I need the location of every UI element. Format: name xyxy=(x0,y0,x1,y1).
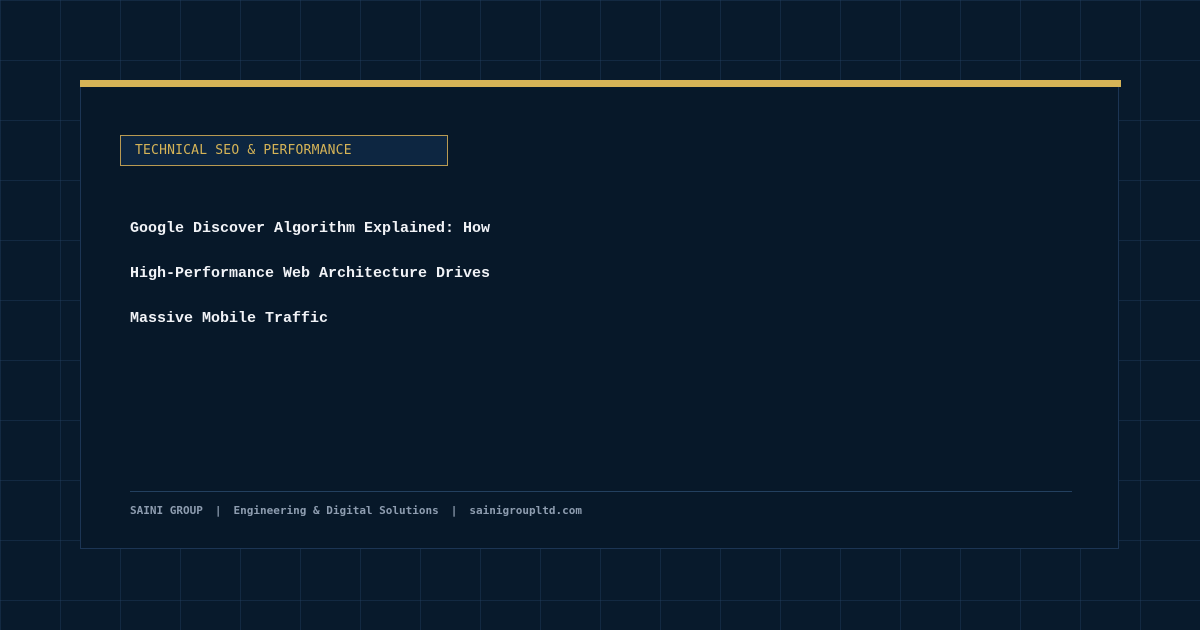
accent-bar xyxy=(80,80,1121,87)
headline: Google Discover Algorithm Explained: How… xyxy=(130,215,830,350)
article-card: TECHNICAL SEO & PERFORMANCE Google Disco… xyxy=(80,80,1121,549)
footer-tagline: Engineering & Digital Solutions xyxy=(233,504,439,517)
category-badge: TECHNICAL SEO & PERFORMANCE xyxy=(120,135,448,166)
headline-line-3: Massive Mobile Traffic xyxy=(130,310,329,327)
footer-website: sainigroupltd.com xyxy=(469,504,583,517)
footer-brand: SAINI GROUP xyxy=(130,504,203,517)
footer-divider xyxy=(130,491,1072,492)
footer-separator: | xyxy=(450,504,458,517)
category-label: TECHNICAL SEO & PERFORMANCE xyxy=(135,143,352,158)
footer-separator: | xyxy=(214,504,222,517)
headline-line-2: High-Performance Web Architecture Drives xyxy=(130,265,491,282)
headline-line-1: Google Discover Algorithm Explained: How xyxy=(130,220,491,237)
footer: SAINI GROUP | Engineering & Digital Soluti… xyxy=(130,504,582,517)
